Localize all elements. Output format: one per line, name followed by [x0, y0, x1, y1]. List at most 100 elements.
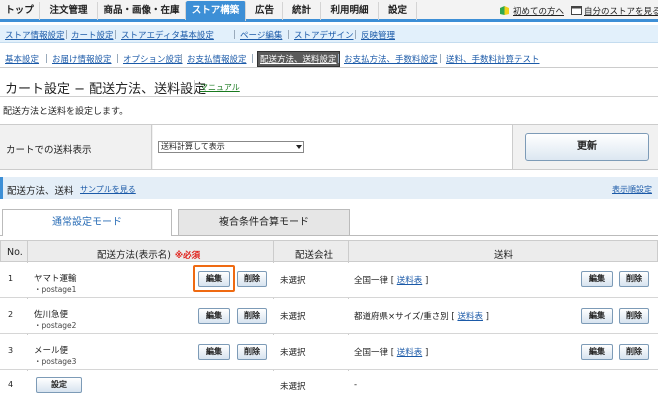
nav-tab-ads[interactable]: 広告	[247, 2, 283, 20]
nav-tab-settings[interactable]: 設定	[379, 2, 417, 20]
divider	[117, 54, 118, 63]
shipping-display-select[interactable]: 送料計算して表示	[158, 141, 304, 153]
nav-tab-top[interactable]: トップ	[0, 2, 40, 20]
carrier-value: 未選択	[280, 276, 306, 286]
divider	[355, 30, 356, 39]
update-button[interactable]: 更新	[525, 133, 649, 161]
nav-tab-billing[interactable]: 利用明細	[321, 2, 379, 20]
fee-table-link[interactable]: 送料表	[397, 276, 423, 286]
method-name: メール便	[34, 346, 69, 356]
edit-fee-button[interactable]: 編集	[581, 308, 613, 324]
divider	[252, 54, 253, 63]
method-name: 佐川急便	[34, 310, 69, 320]
subnav-shipping-current[interactable]: 配送方法、送料設定	[257, 51, 340, 67]
cart-settings-subnav: 基本設定 お届け情報設定 オプション設定 お支払情報設定 配送方法、送料設定 お…	[0, 48, 658, 68]
fee-bracket: ]	[482, 312, 489, 322]
carrier-value: 未選択	[280, 382, 306, 392]
fee-bracket: ]	[422, 348, 429, 358]
subnav-calc-test[interactable]: 送料、手数料計算テスト	[446, 53, 540, 65]
subnav-store-editor[interactable]: ストアエディタ基本設定	[121, 29, 214, 41]
divider	[66, 30, 67, 39]
nav-tab-store-build[interactable]: ストア構築	[186, 1, 246, 21]
tab-compound-mode[interactable]: 複合条件合算モード	[178, 209, 350, 235]
chevron-down-icon[interactable]	[296, 145, 302, 149]
fee-type: 全国一律 [	[354, 276, 397, 286]
divider	[288, 30, 289, 39]
edit-method-button[interactable]: 編集	[198, 308, 230, 324]
nav-tab-products[interactable]: 商品・画像・在庫	[98, 2, 186, 20]
fee-type: 都道府県×サイズ/重さ別 [	[354, 312, 458, 322]
header-fee: 送料	[494, 250, 514, 261]
delete-method-button[interactable]: 削除	[237, 308, 267, 324]
fee-type: 全国一律 [	[354, 348, 397, 358]
divider	[46, 54, 47, 63]
delete-method-button[interactable]: 削除	[237, 344, 267, 360]
label-cell: カートでの送料表示	[0, 125, 152, 169]
subnav-payment-fees[interactable]: お支払方法、手数料設定	[344, 53, 438, 65]
delete-method-button[interactable]: 削除	[237, 271, 267, 287]
page-description: 配送方法と送料を設定します。	[3, 107, 129, 117]
header-carrier: 配送会社	[295, 250, 334, 261]
fee-summary: 全国一律 [ 送料表 ]	[354, 274, 428, 286]
fee-summary: -	[354, 380, 358, 390]
edit-method-button[interactable]: 編集	[198, 271, 230, 287]
title-divider	[0, 96, 658, 97]
fee-summary: 全国一律 [ 送料表 ]	[354, 346, 428, 358]
subnav-payment-info[interactable]: お支払情報設定	[187, 53, 247, 65]
tab-normal-mode[interactable]: 通常設定モード	[2, 209, 172, 236]
delete-fee-button[interactable]: 削除	[619, 271, 649, 287]
header-method: 配送方法(表示名) ※必須	[97, 247, 200, 261]
method-name: ヤマト運輸	[34, 274, 77, 284]
subnav-cart-settings[interactable]: カート設定	[71, 29, 114, 41]
table-row: 2 佐川急便 ・postage2 未選択 都道府県×サイズ/重さ別 [ 送料表 …	[0, 299, 658, 334]
table-row: 4 未選択 -	[0, 371, 658, 399]
row-number: 1	[8, 274, 14, 283]
manual-link[interactable]: マニュアル	[200, 82, 240, 93]
sample-link[interactable]: サンプルを見る	[80, 184, 136, 195]
store-build-subnav: ストア情報設定 カート設定 ストアエディタ基本設定 ページ編集 ストアデザイン …	[0, 25, 658, 43]
table-row: 3 メール便 ・postage3 未選択 全国一律 [ 送料表 ]	[0, 335, 658, 370]
row-number: 3	[8, 346, 14, 355]
divider	[338, 54, 339, 63]
page-title: カート設定 − 配送方法、送料設定	[5, 82, 207, 97]
section-title: 配送方法、送料	[7, 186, 74, 197]
method-code: ・postage2	[34, 321, 77, 330]
fee-table-link[interactable]: 送料表	[457, 312, 483, 322]
divider	[115, 30, 116, 39]
table-row: 1 ヤマト運輸 ・postage1 未選択 全国一律 [ 送料表 ]	[0, 263, 658, 298]
delete-fee-button[interactable]: 削除	[619, 344, 649, 360]
display-order-link[interactable]: 表示順設定	[612, 184, 652, 195]
subnav-basic[interactable]: 基本設定	[5, 53, 39, 65]
beginner-mark-icon	[500, 6, 509, 15]
subnav-store-info[interactable]: ストア情報設定	[5, 29, 65, 41]
nav-tab-stats[interactable]: 統計	[283, 2, 321, 20]
nav-tab-orders[interactable]: 注文管理	[40, 2, 98, 20]
divider	[194, 80, 195, 92]
store-window-icon	[571, 6, 582, 15]
fee-table-link[interactable]: 送料表	[397, 348, 423, 358]
set-method-button[interactable]: 設定	[36, 377, 82, 393]
fee-bracket: ]	[422, 276, 429, 286]
divider	[234, 30, 235, 39]
table-header: No. 配送方法(表示名) ※必須 配送会社 送料	[0, 240, 658, 262]
divider	[181, 54, 182, 63]
subnav-options[interactable]: オプション設定	[123, 53, 183, 65]
row-number: 4	[8, 380, 14, 389]
shipping-display-label: カートでの送料表示	[6, 145, 92, 156]
header-method-label: 配送方法(表示名)	[97, 250, 171, 261]
subnav-store-design[interactable]: ストアデザイン	[294, 29, 354, 41]
method-code: ・postage3	[34, 357, 77, 366]
edit-method-button[interactable]: 編集	[198, 344, 230, 360]
edit-fee-button[interactable]: 編集	[581, 271, 613, 287]
edit-fee-button[interactable]: 編集	[581, 344, 613, 360]
beginner-guide-link[interactable]: 初めての方へ	[513, 5, 564, 17]
subnav-page-edit[interactable]: ページ編集	[240, 29, 282, 41]
divider	[440, 54, 441, 63]
row-number: 2	[8, 310, 14, 319]
view-store-link[interactable]: 自分のストアを見る	[584, 5, 658, 17]
delete-fee-button[interactable]: 削除	[619, 308, 649, 324]
carrier-value: 未選択	[280, 312, 306, 322]
subnav-publish[interactable]: 反映管理	[361, 29, 395, 41]
subnav-delivery-info[interactable]: お届け情報設定	[52, 53, 112, 65]
required-mark: ※必須	[174, 251, 201, 261]
